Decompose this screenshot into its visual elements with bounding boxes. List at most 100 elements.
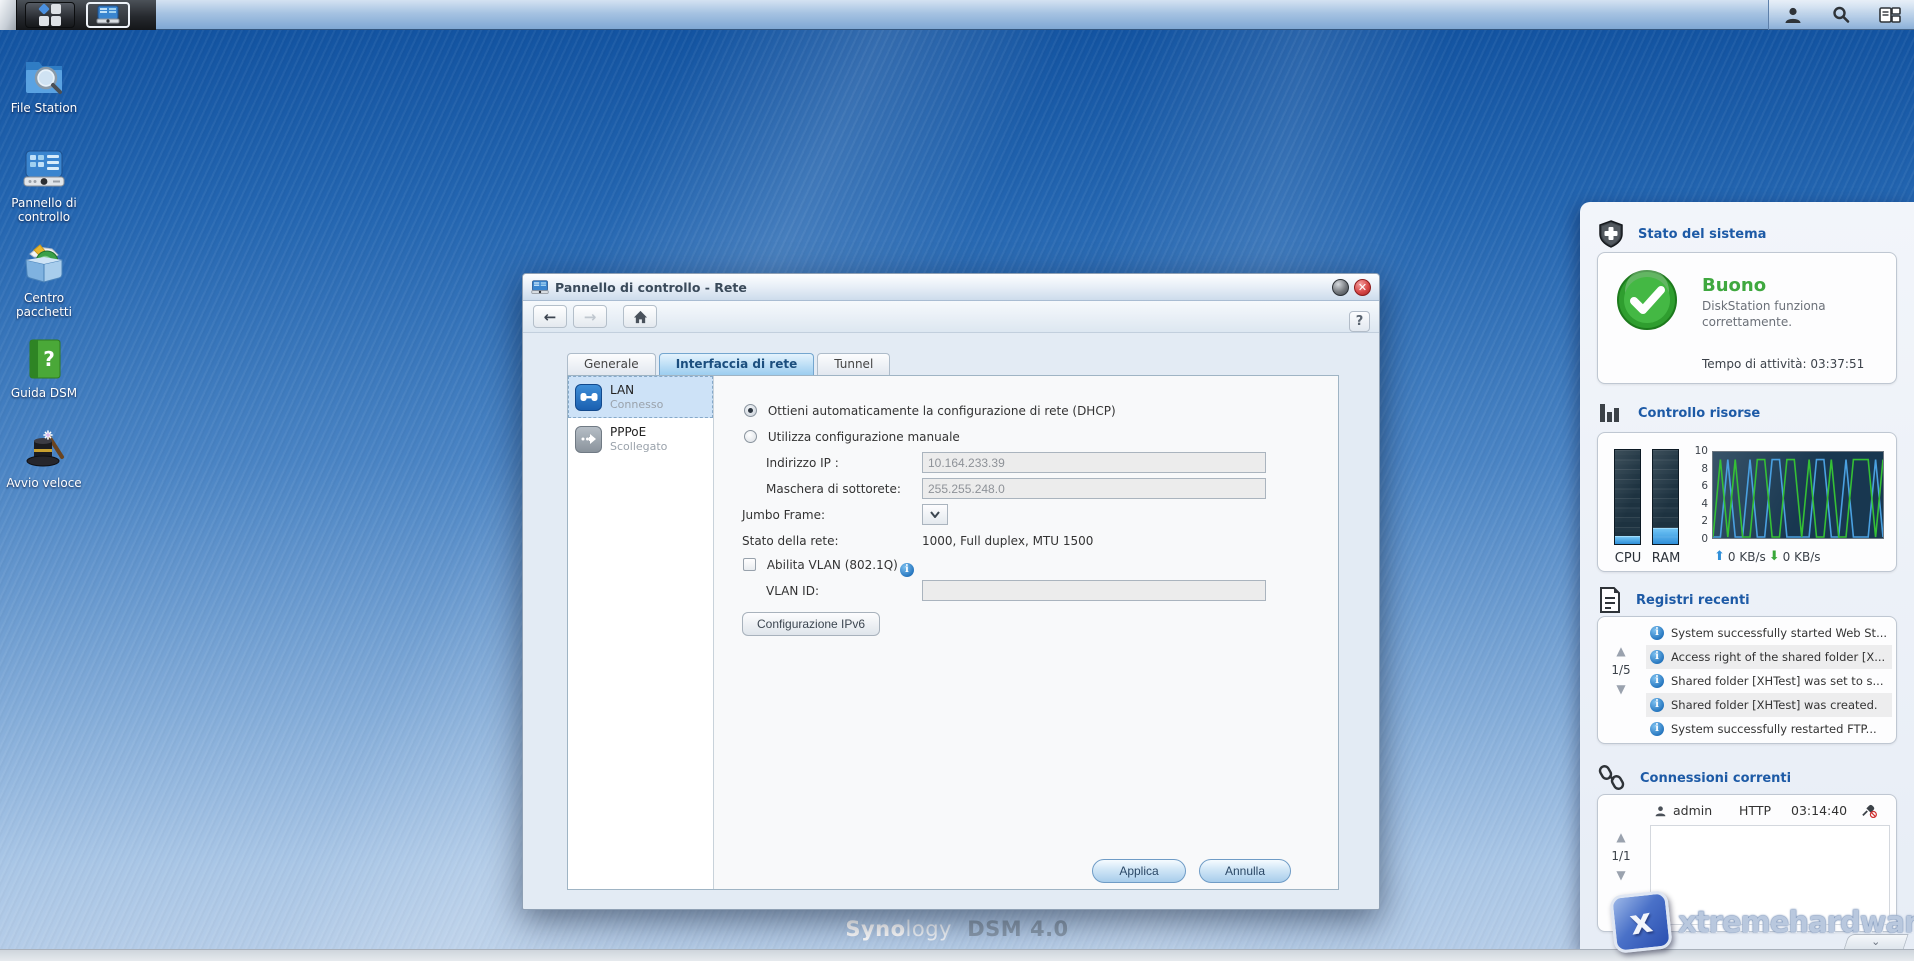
logs-page-up-icon[interactable]: ▲ (1604, 645, 1638, 657)
network-status-value: 1000, Full duplex, MTU 1500 (922, 534, 1093, 548)
interface-item-lan[interactable]: LAN Connesso (568, 376, 713, 418)
package-center-icon (20, 240, 68, 288)
desktop-icon-label: Guida DSM (0, 387, 88, 401)
user-button[interactable] (1778, 3, 1808, 27)
window-title-icon (531, 280, 549, 295)
ram-label: RAM (1646, 551, 1686, 566)
subnet-label: Maschera di sottorete: (766, 482, 901, 496)
svg-text:?: ? (43, 347, 55, 371)
interface-name: LAN (610, 383, 663, 398)
main-menu-button[interactable] (25, 2, 75, 28)
info-icon: i (1650, 674, 1664, 688)
log-text: Access right of the shared folder [X... (1671, 650, 1885, 664)
vlan-id-label: VLAN ID: (766, 584, 819, 598)
widget-sidebar: Stato del sistema Buono DiskStation funz… (1580, 202, 1914, 950)
resource-monitor-icon (1598, 400, 1624, 426)
upload-arrow-icon: ⬆ (1714, 549, 1725, 564)
connections-icon (1598, 764, 1626, 792)
close-button[interactable]: ✕ (1354, 279, 1371, 296)
tab-tunnel[interactable]: Tunnel (817, 353, 890, 375)
control-panel-window: Pannello di controllo - Rete ✕ ← → ? Gen… (522, 273, 1380, 910)
desktop-icon-control-panel[interactable]: Pannello di controllo (0, 145, 88, 225)
user-icon (1783, 5, 1803, 25)
log-entry[interactable]: i Access right of the shared folder [X..… (1646, 645, 1892, 669)
search-button[interactable] (1826, 3, 1856, 27)
tab-generale[interactable]: Generale (567, 353, 656, 375)
connections-page-down-icon[interactable]: ▼ (1604, 869, 1638, 881)
connection-protocol: HTTP (1739, 803, 1791, 818)
file-station-icon (20, 50, 68, 98)
logs-pager: ▲ 1/5 ▼ (1604, 645, 1638, 695)
home-button[interactable] (623, 305, 657, 328)
log-entry[interactable]: i System successfully started Web St... (1646, 621, 1892, 645)
download-arrow-icon: ⬇ (1769, 549, 1780, 564)
dhcp-radio[interactable] (744, 404, 757, 417)
xtremehardware-watermark: x xtremehardware.it (1612, 893, 1914, 951)
connection-row[interactable]: admin HTTP 03:14:40 (1654, 803, 1890, 818)
vlan-checkbox-label: Abilita VLAN (802.1Q) (767, 558, 898, 572)
interface-status: Connesso (610, 398, 663, 411)
ipv6-config-button[interactable]: Configurazione IPv6 (742, 612, 880, 636)
window-titlebar[interactable]: Pannello di controllo - Rete ✕ (523, 274, 1379, 301)
forward-button[interactable]: → (573, 305, 607, 328)
show-desktop-button[interactable] (0, 0, 17, 30)
log-text: Shared folder [XHTest] was set to s... (1671, 674, 1883, 688)
resource-monitor-card: CPU RAM 1086420 ⬆ 0 KB/s ⬇ 0 KB/s (1597, 432, 1897, 572)
chevron-down-icon (930, 511, 940, 518)
recent-logs-card: ▲ 1/5 ▼ i System successfully started We… (1597, 616, 1897, 744)
taskbar-dark-section (0, 0, 156, 30)
connections-page-up-icon[interactable]: ▲ (1604, 831, 1638, 843)
vlan-info-icon[interactable]: i (900, 563, 914, 577)
jumbo-frame-select[interactable] (922, 504, 948, 525)
interface-item-pppoe[interactable]: PPPoE Scollegato (568, 418, 713, 460)
window-toolbar: ← → (523, 301, 1379, 333)
upload-rate: 0 KB/s (1728, 550, 1766, 564)
desktop-icon-dsm-help[interactable]: ? Guida DSM (0, 335, 88, 401)
back-button[interactable]: ← (533, 305, 567, 328)
watermark-x: x (1611, 892, 1671, 952)
vlan-id-input[interactable] (922, 580, 1266, 601)
taskbar-item-control-panel[interactable] (86, 2, 130, 28)
disconnect-icon[interactable] (1861, 804, 1877, 818)
tab-interfaccia-di-rete[interactable]: Interfaccia di rete (659, 353, 815, 375)
status-description: DiskStation funziona correttamente. (1702, 299, 1872, 330)
minimize-button[interactable] (1332, 279, 1349, 296)
log-text: Shared folder [XHTest] was created. (1671, 698, 1878, 712)
logs-page-down-icon[interactable]: ▼ (1604, 683, 1638, 695)
cpu-label: CPU (1608, 551, 1648, 566)
connection-time: 03:14:40 (1791, 803, 1861, 818)
network-status-label: Stato della rete: (742, 534, 839, 548)
watermark-text: xtremehardware.it (1678, 905, 1914, 939)
dhcp-radio-label: Ottieni automaticamente la configurazion… (768, 404, 1116, 418)
uptime-text: Tempo di attività: 03:37:51 (1702, 357, 1864, 371)
ip-input[interactable] (922, 452, 1266, 473)
info-icon: i (1650, 698, 1664, 712)
pilot-view-button[interactable] (1875, 3, 1905, 27)
apply-button[interactable]: Applica (1092, 859, 1186, 883)
help-button[interactable]: ? (1349, 311, 1370, 332)
system-status-icon (1598, 220, 1624, 248)
user-icon (1654, 804, 1667, 818)
taskbar (0, 0, 1914, 30)
subnet-input[interactable] (922, 478, 1266, 499)
interface-list: LAN Connesso PPPoE Scollegato (568, 376, 714, 889)
cancel-button[interactable]: Annulla (1199, 859, 1291, 883)
search-icon (1831, 5, 1851, 25)
vlan-checkbox[interactable] (743, 558, 756, 571)
log-entry[interactable]: i System successfully restarted FTP... (1646, 717, 1892, 741)
widgets-icon (1879, 6, 1901, 24)
desktop-icon-file-station[interactable]: File Station (0, 50, 88, 116)
log-entry[interactable]: i Shared folder [XHTest] was created. (1646, 693, 1892, 717)
info-icon: i (1650, 626, 1664, 640)
logs-page-indicator: 1/5 (1604, 663, 1638, 677)
manual-config-radio[interactable] (744, 430, 757, 443)
recent-logs-icon (1598, 586, 1622, 614)
brand-syno: Syno (845, 917, 905, 941)
network-chart-yticks: 1086420 (1690, 445, 1708, 545)
desktop-icon-package-center[interactable]: Centro pacchetti (0, 240, 88, 320)
desktop-icon-label: File Station (0, 102, 88, 116)
status-ok-icon (1616, 269, 1678, 331)
home-icon (633, 310, 648, 324)
desktop-icon-quick-start[interactable]: Avvio veloce (0, 425, 88, 491)
log-entry[interactable]: i Shared folder [XHTest] was set to s... (1646, 669, 1892, 693)
